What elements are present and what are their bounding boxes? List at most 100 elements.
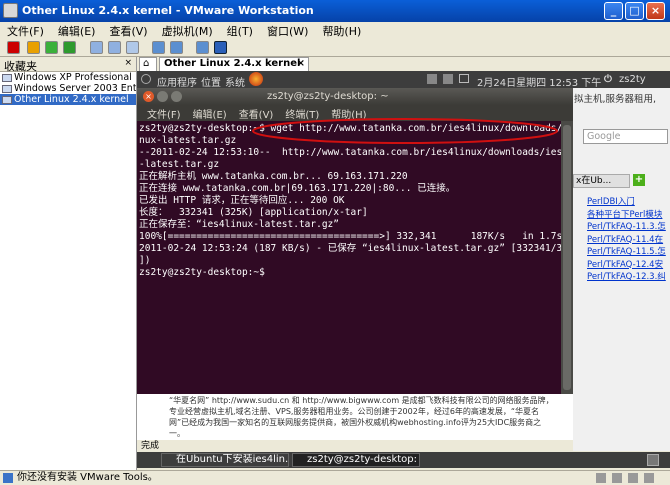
menu-vm[interactable]: 虚拟机(M) <box>162 23 213 39</box>
window-title: Other Linux 2.4.x kernel - VMware Workst… <box>22 4 314 17</box>
terminal-scrollbar[interactable] <box>561 121 573 394</box>
sidebar-title: 收藏夹 <box>4 60 37 73</box>
sidebar-item-win2003[interactable]: Windows Server 2003 Enterpris <box>0 83 136 94</box>
terminal-line: 2011-02-24 12:53:24 (187 KB/s) - 已保存 “ie… <box>139 243 561 254</box>
annotation-ellipse <box>252 118 558 144</box>
power-icon[interactable]: ⏻ <box>604 74 612 85</box>
browser-status-bar: 完成 <box>137 440 573 452</box>
manage-icon[interactable] <box>126 41 139 54</box>
power-off-icon[interactable] <box>7 41 20 54</box>
sidebar-close-icon[interactable]: × <box>124 58 132 68</box>
menu-view[interactable]: 查看(V) <box>109 23 147 39</box>
terminal-title: zs2ty@zs2ty-desktop: ~ <box>267 91 389 102</box>
list-item[interactable]: Perl/TkFAQ-11.5.怎 <box>587 246 670 259</box>
terminal-line: 长度： 332341 (325K) [application/x-tar] <box>139 207 368 218</box>
favorites-sidebar: 收藏夹 × Windows XP Professional Windows Se… <box>0 57 137 470</box>
web-page-text: “华夏名网” http://www.sudu.cn 和 http://www.b… <box>137 394 573 440</box>
ubuntu-logo-icon <box>141 74 151 84</box>
terminal-line: zs2ty@zs2ty-desktop:~$ <box>139 267 271 278</box>
info-icon <box>3 473 13 483</box>
browser-tab[interactable]: x在Ub... <box>573 174 630 188</box>
terminal-output[interactable]: zs2ty@zs2ty-desktop:~$ wget http://www.t… <box>137 121 561 394</box>
menu-bar: 文件(F) 编辑(E) 查看(V) 虚拟机(M) 组(T) 窗口(W) 帮助(H… <box>0 22 670 39</box>
maximize-button[interactable]: □ <box>625 2 644 20</box>
taskbar-terminal-button[interactable]: zs2ty@zs2ty-desktop: ~ <box>292 453 420 467</box>
sidebar-header: 收藏夹 × <box>0 57 136 73</box>
menu-file[interactable]: 文件(F) <box>7 23 44 39</box>
add-tab-icon[interactable]: + <box>633 174 645 186</box>
reset-icon[interactable] <box>63 41 76 54</box>
power-on-icon[interactable] <box>45 41 58 54</box>
list-item[interactable]: Perl/TkFAQ-12.4安 <box>587 259 670 272</box>
terminal-line: 已发出 HTTP 请求，正在等待回应... 200 OK <box>139 195 345 206</box>
network-icon[interactable] <box>427 74 437 84</box>
taskbar-firefox-button[interactable]: 在Ubuntu下安装ies4lin... <box>161 453 289 467</box>
summary-icon[interactable] <box>196 41 209 54</box>
firefox-icon[interactable] <box>249 72 263 86</box>
terminal-line: 100%[===================================… <box>139 231 561 242</box>
terminal-titlebar: × zs2ty@zs2ty-desktop: ~ <box>137 88 573 105</box>
tab-label: Other Linux 2.4.x kernel <box>164 58 301 69</box>
tab-close-icon[interactable]: × <box>297 58 305 70</box>
quick-switch-icon[interactable] <box>170 41 183 54</box>
terminal-line: 正在连接 www.tatanka.com.br|69.163.171.220|:… <box>139 183 456 194</box>
trash-icon[interactable] <box>647 454 659 466</box>
vm-tab-bar: ⌂ Other Linux 2.4.x kernel × <box>137 57 670 71</box>
home-tab[interactable]: ⌂ <box>139 57 157 71</box>
search-input[interactable]: Google <box>583 129 668 144</box>
volume-icon[interactable] <box>443 74 453 84</box>
vmtools-message: 你还没有安装 VMware Tools。 <box>17 472 158 483</box>
console-icon[interactable] <box>214 41 227 54</box>
menu-system[interactable]: 系统 <box>225 74 245 89</box>
list-item[interactable]: PerlDBI入门 <box>587 196 670 209</box>
toolbar <box>0 39 670 57</box>
menu-places[interactable]: 位置 <box>201 74 221 89</box>
menu-team[interactable]: 组(T) <box>227 23 253 39</box>
browser-sidebar: 拟主机,服务器租用, Google x在Ub... + PerlDBI入门 各种… <box>573 88 670 451</box>
terminal-minimize-button[interactable] <box>157 91 168 102</box>
menu-applications[interactable]: 应用程序 <box>157 74 197 89</box>
vmware-status-bar: 你还没有安装 VMware Tools。 <box>0 470 670 485</box>
terminal-maximize-button[interactable] <box>171 91 182 102</box>
menu-help[interactable]: 帮助(H) <box>322 23 361 39</box>
vm-icon <box>2 84 12 93</box>
terminal-line: ]) <box>139 255 151 266</box>
fullscreen-icon[interactable] <box>152 41 165 54</box>
sidebar-item-winxp[interactable]: Windows XP Professional <box>0 72 136 83</box>
annotation-highlight <box>252 118 558 144</box>
menu-edit[interactable]: 编辑(E) <box>58 23 96 39</box>
list-item[interactable]: Perl/TkFAQ-12.3.纠 <box>587 271 670 284</box>
sidebar-item-linux[interactable]: Other Linux 2.4.x kernel <box>0 94 136 105</box>
terminal-line: 正在解析主机 www.tatanka.com.br... 69.163.171.… <box>139 171 408 182</box>
browser-notice-text: 拟主机,服务器租用, <box>574 94 657 105</box>
terminal-menu-edit[interactable]: 编辑(E) <box>193 106 227 121</box>
panel-user[interactable]: zs2ty <box>619 74 646 85</box>
device-icon[interactable] <box>596 473 606 483</box>
scrollbar-thumb[interactable] <box>563 125 571 390</box>
mail-icon[interactable] <box>459 74 469 83</box>
close-button[interactable]: × <box>646 2 665 20</box>
suspend-icon[interactable] <box>27 41 40 54</box>
minimize-button[interactable]: _ <box>604 2 623 20</box>
terminal-line: -latest.tar.gz <box>139 159 220 170</box>
snapshot-icon[interactable] <box>90 41 103 54</box>
terminal-close-button[interactable]: × <box>143 91 154 102</box>
panel-clock[interactable]: 2月24日星期四 12:53 下午 <box>477 74 601 89</box>
terminal-line: --2011-02-24 12:53:10-- http://www.tatan… <box>139 147 561 158</box>
terminal-menu-file[interactable]: 文件(F) <box>147 106 181 121</box>
terminal-line: 正在保存至：“ies4linux-latest.tar.gz” <box>139 219 339 230</box>
menu-window[interactable]: 窗口(W) <box>267 23 308 39</box>
list-item[interactable]: Perl/TkFAQ-11.4在 <box>587 234 670 247</box>
device-icon[interactable] <box>628 473 638 483</box>
list-item[interactable]: Perl/TkFAQ-11.3.怎 <box>587 221 670 234</box>
gnome-top-panel: 应用程序 位置 系统 2月24日星期四 12:53 下午 ⏻ zs2ty <box>137 71 670 89</box>
vmware-app-icon <box>3 3 18 18</box>
gnome-bottom-panel: 在Ubuntu下安装ies4lin... zs2ty@zs2ty-desktop… <box>137 452 670 468</box>
device-icon[interactable] <box>612 473 622 483</box>
revert-icon[interactable] <box>108 41 121 54</box>
vm-icon <box>2 73 12 82</box>
device-icon[interactable] <box>644 473 654 483</box>
tab-other-linux[interactable]: Other Linux 2.4.x kernel × <box>159 57 309 71</box>
list-item[interactable]: 各种平台下Perl模块 <box>587 209 670 222</box>
vm-icon <box>2 95 12 104</box>
